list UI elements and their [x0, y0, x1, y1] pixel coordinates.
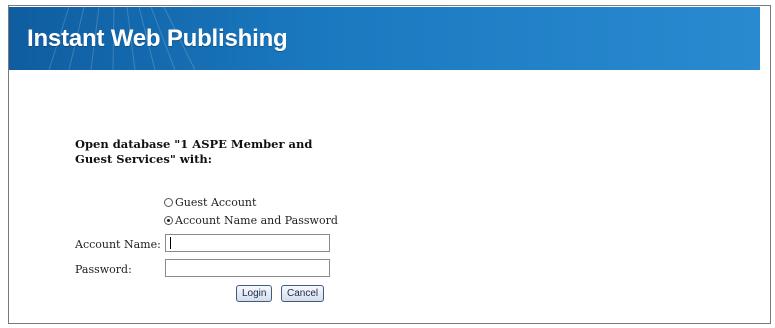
- guest-account-label: Guest Account: [175, 196, 257, 209]
- app-title: Instant Web Publishing: [27, 25, 288, 52]
- guest-account-option[interactable]: Guest Account: [164, 196, 256, 209]
- password-label: Password:: [75, 263, 132, 276]
- database-prompt: Open database "1 ASPE Member and Guest S…: [75, 137, 313, 166]
- account-password-option[interactable]: Account Name and Password: [164, 214, 338, 227]
- account-password-radio[interactable]: [164, 216, 173, 225]
- text-cursor: [170, 237, 171, 249]
- guest-account-radio[interactable]: [164, 198, 173, 207]
- cancel-button[interactable]: Cancel: [281, 285, 325, 302]
- header-banner: Instant Web Publishing: [9, 7, 760, 70]
- account-name-label: Account Name:: [75, 238, 161, 251]
- account-password-label: Account Name and Password: [175, 214, 338, 227]
- password-input[interactable]: [165, 259, 330, 277]
- login-button[interactable]: Login: [236, 285, 273, 302]
- account-name-input[interactable]: [165, 234, 330, 252]
